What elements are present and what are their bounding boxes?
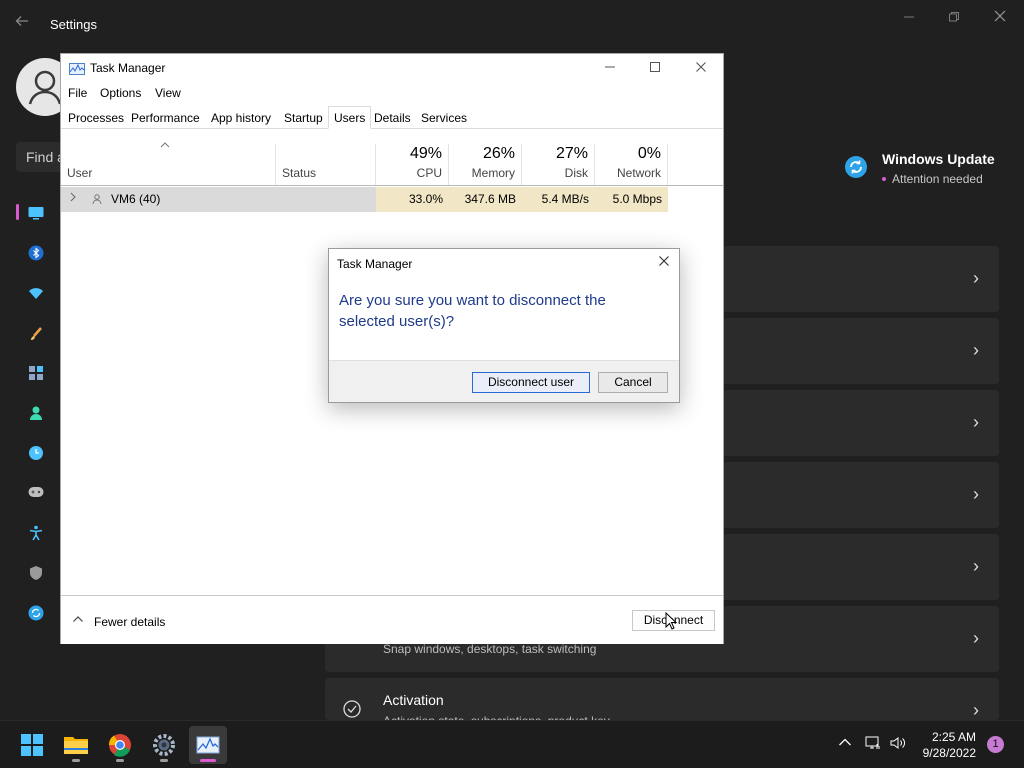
taskbar: 2:25 AM 9/28/2022 1 <box>0 720 1024 768</box>
tab-processes[interactable]: Processes <box>63 108 129 128</box>
running-indicator <box>72 759 80 762</box>
chevron-right-icon: › <box>973 412 979 432</box>
minimize-icon[interactable] <box>598 58 622 78</box>
chevron-right-icon: › <box>973 628 979 648</box>
row-disk: 5.4 MB/s <box>541 192 589 206</box>
dialog-footer: Disconnect user Cancel <box>329 360 679 402</box>
windows-update-status-icon <box>845 156 867 178</box>
chevron-right-icon: › <box>973 700 979 720</box>
file-explorer-icon[interactable] <box>57 726 95 764</box>
chevron-up-icon[interactable] <box>838 736 852 750</box>
clock-date[interactable]: 9/28/2022 <box>914 746 976 760</box>
mouse-cursor-icon <box>665 611 678 630</box>
time-language-icon[interactable] <box>28 445 44 461</box>
running-indicator <box>116 759 124 762</box>
fewer-details-link[interactable]: Fewer details <box>94 615 165 629</box>
tab-app-history[interactable]: App history <box>206 108 276 128</box>
menu-file[interactable]: File <box>68 86 87 100</box>
tab-details[interactable]: Details <box>369 108 416 128</box>
row-network: 5.0 Mbps <box>612 192 662 206</box>
personalization-icon[interactable] <box>28 326 44 342</box>
card-subtitle: Snap windows, desktops, task switching <box>383 642 597 656</box>
windows-update-icon[interactable] <box>28 605 44 621</box>
minimize-icon[interactable] <box>897 8 921 28</box>
start-icon[interactable] <box>13 726 51 764</box>
chevron-right-icon: › <box>973 340 979 360</box>
column-header-disk[interactable]: 27% Disk <box>522 144 595 186</box>
maximize-icon[interactable] <box>643 58 667 78</box>
privacy-security-icon[interactable] <box>28 565 44 581</box>
settings-icon[interactable] <box>145 726 183 764</box>
menu-options[interactable]: Options <box>100 86 141 100</box>
expand-chevron-icon[interactable] <box>69 191 77 206</box>
windows-update-title[interactable]: Windows Update <box>882 151 995 167</box>
volume-icon[interactable] <box>889 735 907 756</box>
system-icon[interactable] <box>28 206 44 222</box>
column-header-network[interactable]: 0% Network <box>595 144 668 186</box>
close-icon[interactable] <box>689 58 713 78</box>
chrome-icon[interactable] <box>101 726 139 764</box>
chevron-right-icon: › <box>973 556 979 576</box>
dialog-message: Are you sure you want to disconnect the … <box>339 292 606 330</box>
restore-icon[interactable] <box>942 8 966 28</box>
tab-services[interactable]: Services <box>416 108 472 128</box>
task-manager-app-icon <box>69 62 85 75</box>
task-manager-footer: Fewer details Disconnect <box>61 595 723 644</box>
row-memory: 347.6 MB <box>464 192 516 206</box>
clock-time[interactable]: 2:25 AM <box>922 730 976 744</box>
row-user: VM6 (40) <box>111 192 161 206</box>
network-icon[interactable] <box>28 286 44 302</box>
disconnect-confirm-dialog: Task Manager Are you sure you want to di… <box>328 248 680 403</box>
column-header-memory[interactable]: 26% Memory <box>449 144 522 186</box>
chevron-right-icon: › <box>973 268 979 288</box>
gaming-icon[interactable] <box>28 485 44 501</box>
card-title: Activation <box>383 692 444 708</box>
notification-badge[interactable]: 1 <box>987 736 1004 753</box>
table-row[interactable]: VM6 (40) 33.0% 347.6 MB 5.4 MB/s 5.0 Mbp… <box>61 187 668 212</box>
tab-startup[interactable]: Startup <box>279 108 328 128</box>
chevron-right-icon: › <box>973 484 979 504</box>
header-divider <box>61 185 723 186</box>
column-header-status[interactable]: Status <box>276 144 376 186</box>
accessibility-icon[interactable] <box>28 525 44 541</box>
network-tray-icon[interactable] <box>865 735 881 756</box>
task-manager-taskbar-icon[interactable] <box>189 726 227 764</box>
column-header-user[interactable]: User <box>61 144 276 186</box>
row-cpu: 33.0% <box>408 192 443 206</box>
tab-performance[interactable]: Performance <box>126 108 205 128</box>
user-icon <box>91 193 103 208</box>
activation-icon <box>343 700 361 718</box>
back-arrow-icon[interactable] <box>14 13 34 33</box>
active-indicator <box>200 759 216 762</box>
close-icon[interactable] <box>988 8 1012 28</box>
task-manager-titlebar[interactable]: Task Manager <box>61 54 723 84</box>
accounts-icon[interactable] <box>28 405 44 421</box>
close-icon[interactable] <box>656 255 672 271</box>
menu-view[interactable]: View <box>155 86 181 100</box>
apps-icon[interactable] <box>28 365 44 381</box>
dialog-title: Task Manager <box>337 257 413 271</box>
tab-bar: Processes Performance App history Startu… <box>61 106 723 129</box>
column-header-cpu[interactable]: 49% CPU <box>376 144 449 186</box>
task-manager-title: Task Manager <box>90 61 166 75</box>
settings-card-activation[interactable]: Activation Activation state, subscriptio… <box>325 678 999 728</box>
tab-users[interactable]: Users <box>328 106 372 129</box>
sidebar-selection-indicator <box>16 204 19 220</box>
disconnect-user-button[interactable]: Disconnect user <box>472 372 590 393</box>
cancel-button[interactable]: Cancel <box>598 372 668 393</box>
bluetooth-icon[interactable] <box>28 245 44 261</box>
settings-title: Settings <box>50 17 97 32</box>
chevron-up-icon[interactable] <box>72 612 84 626</box>
windows-update-status: Attention needed <box>892 172 983 186</box>
settings-titlebar: Settings <box>0 0 1024 48</box>
running-indicator <box>160 759 168 762</box>
